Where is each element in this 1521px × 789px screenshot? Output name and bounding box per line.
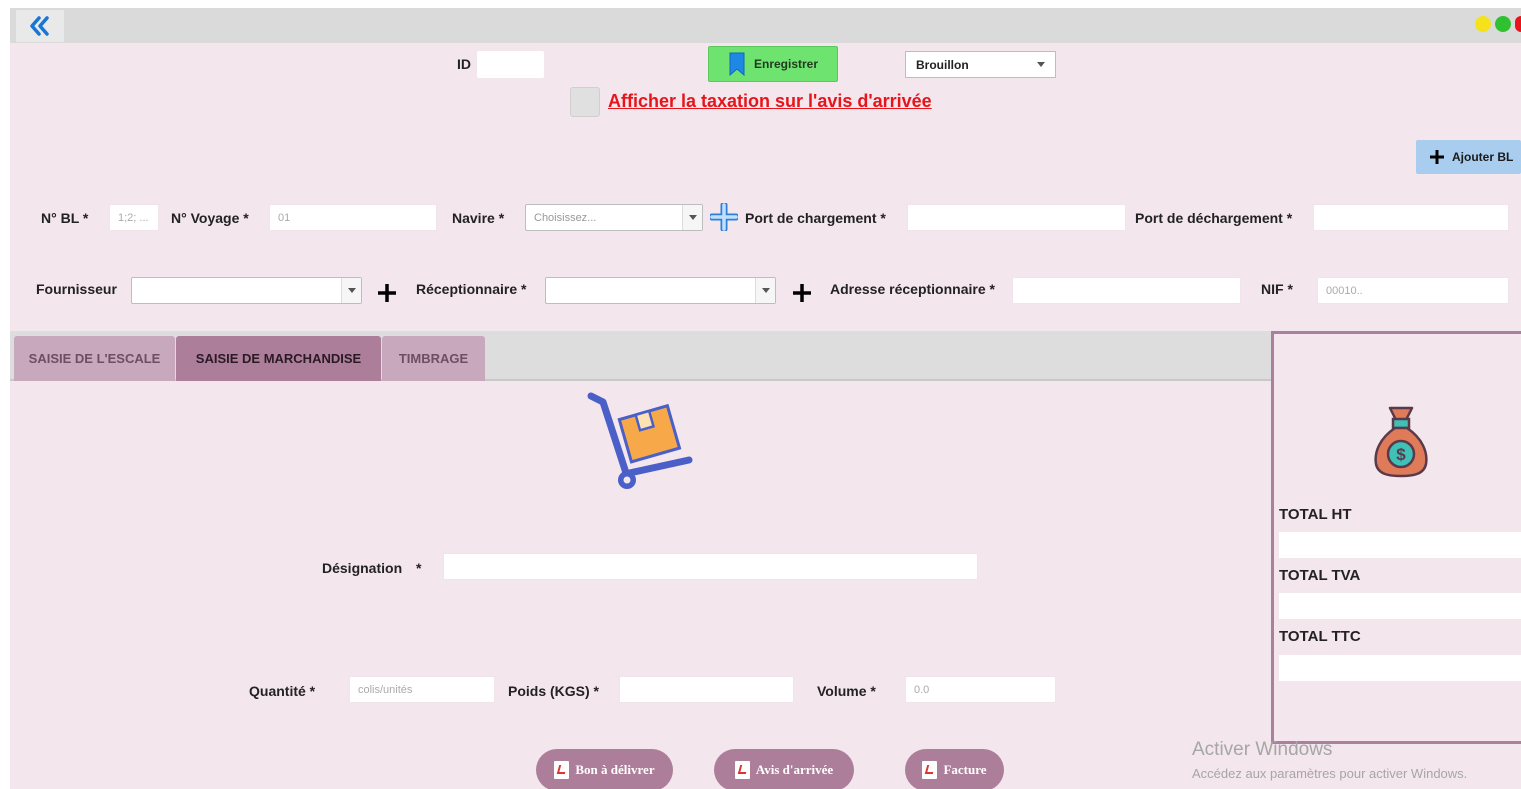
add-fournisseur-icon[interactable] bbox=[378, 284, 396, 302]
pdf-icon bbox=[734, 761, 750, 779]
total-tva-label: TOTAL TVA bbox=[1279, 567, 1361, 584]
chevron-down-icon bbox=[347, 288, 356, 293]
bon-label: Bon à délivrer bbox=[575, 762, 655, 777]
facture-button[interactable]: Facture bbox=[905, 749, 1004, 789]
money-bag-icon: $ bbox=[1374, 406, 1428, 478]
id-label: ID bbox=[457, 56, 471, 72]
minimize-dot[interactable] bbox=[1475, 16, 1491, 32]
port-chargement-input[interactable] bbox=[907, 204, 1126, 231]
tab-saisie-marchandise[interactable]: SAISIE DE MARCHANDISE bbox=[176, 336, 381, 381]
bl-input[interactable] bbox=[109, 204, 159, 231]
total-ttc-label: TOTAL TTC bbox=[1279, 628, 1361, 645]
total-ht-label: TOTAL HT bbox=[1279, 506, 1352, 523]
bl-label: N° BL * bbox=[41, 210, 89, 226]
back-button[interactable] bbox=[16, 10, 64, 42]
hand-truck-icon bbox=[587, 392, 693, 489]
total-ht-input[interactable] bbox=[1279, 532, 1521, 558]
save-button[interactable]: Enregistrer bbox=[708, 46, 838, 82]
left-strip bbox=[0, 0, 10, 789]
plus-icon bbox=[1430, 150, 1444, 164]
chevron-down-icon bbox=[761, 288, 770, 293]
quantite-input[interactable] bbox=[349, 676, 495, 703]
total-tva-input[interactable] bbox=[1279, 593, 1521, 619]
pdf-icon bbox=[554, 761, 570, 779]
total-ttc-input[interactable] bbox=[1279, 655, 1521, 681]
maximize-dot[interactable] bbox=[1495, 16, 1511, 32]
volume-label: Volume * bbox=[817, 683, 876, 699]
bookmark-icon bbox=[729, 52, 745, 76]
tab-label: TIMBRAGE bbox=[398, 351, 469, 366]
status-select[interactable]: Brouillon bbox=[905, 51, 1056, 78]
adresse-input[interactable] bbox=[1012, 277, 1241, 304]
designation-label: Désignation bbox=[322, 560, 403, 576]
facture-label: Facture bbox=[943, 762, 987, 777]
nif-label: NIF * bbox=[1261, 281, 1293, 297]
window-controls bbox=[1475, 16, 1521, 32]
designation-input[interactable] bbox=[443, 553, 978, 580]
voyage-label: N° Voyage * bbox=[171, 210, 249, 226]
svg-text:$: $ bbox=[1396, 445, 1406, 464]
navire-select[interactable]: Choisissez... bbox=[525, 204, 703, 231]
adresse-label: Adresse réceptionnaire * bbox=[830, 281, 995, 297]
windows-watermark-subtitle: Accédez aux paramètres pour activer Wind… bbox=[1192, 766, 1468, 781]
receptionnaire-label: Réceptionnaire * bbox=[416, 281, 527, 297]
volume-input[interactable] bbox=[905, 676, 1056, 703]
navire-label: Navire * bbox=[452, 210, 505, 226]
receptionnaire-select[interactable] bbox=[545, 277, 776, 304]
quantite-label: Quantité * bbox=[249, 683, 316, 699]
port-dechargement-input[interactable] bbox=[1313, 204, 1509, 231]
tab-timbrage[interactable]: TIMBRAGE bbox=[382, 336, 485, 381]
windows-watermark-title: Activer Windows bbox=[1192, 739, 1333, 760]
add-navire-icon[interactable] bbox=[710, 203, 738, 231]
tab-label: SAISIE DE MARCHANDISE bbox=[195, 351, 362, 366]
add-receptionnaire-icon[interactable] bbox=[793, 284, 811, 302]
chevron-down-icon bbox=[688, 215, 697, 220]
title-bar bbox=[10, 8, 1521, 43]
chevron-down-icon bbox=[1037, 62, 1045, 67]
voyage-input[interactable] bbox=[269, 204, 437, 231]
tab-label: SAISIE DE L'ESCALE bbox=[28, 351, 161, 366]
double-chevron-left-icon bbox=[30, 16, 49, 36]
avis-arrivee-button[interactable]: Avis d'arrivée bbox=[714, 749, 854, 789]
port-dechargement-label: Port de déchargement * bbox=[1135, 210, 1293, 226]
designation-required: * bbox=[416, 560, 422, 576]
avis-label: Avis d'arrivée bbox=[755, 762, 834, 777]
close-dot[interactable] bbox=[1515, 16, 1521, 32]
port-chargement-label: Port de chargement * bbox=[745, 210, 886, 226]
poids-label: Poids (KGS) * bbox=[508, 683, 600, 699]
pdf-icon bbox=[922, 761, 938, 779]
nif-input[interactable] bbox=[1317, 277, 1509, 304]
tax-checkbox-label[interactable]: Afficher la taxation sur l'avis d'arrivé… bbox=[608, 91, 932, 112]
fournisseur-label: Fournisseur bbox=[36, 281, 117, 297]
save-label: Enregistrer bbox=[753, 57, 819, 71]
add-bl-button[interactable]: Ajouter BL bbox=[1416, 140, 1521, 174]
fournisseur-select[interactable] bbox=[131, 277, 362, 304]
poids-input[interactable] bbox=[619, 676, 794, 703]
tax-checkbox[interactable] bbox=[570, 87, 600, 117]
tab-saisie-escale[interactable]: SAISIE DE L'ESCALE bbox=[14, 336, 175, 381]
add-bl-label: Ajouter BL bbox=[1452, 150, 1514, 164]
id-input[interactable] bbox=[477, 51, 544, 78]
bon-a-delivrer-button[interactable]: Bon à délivrer bbox=[536, 749, 673, 789]
navire-placeholder: Choisissez... bbox=[534, 211, 597, 224]
status-value: Brouillon bbox=[916, 57, 969, 72]
